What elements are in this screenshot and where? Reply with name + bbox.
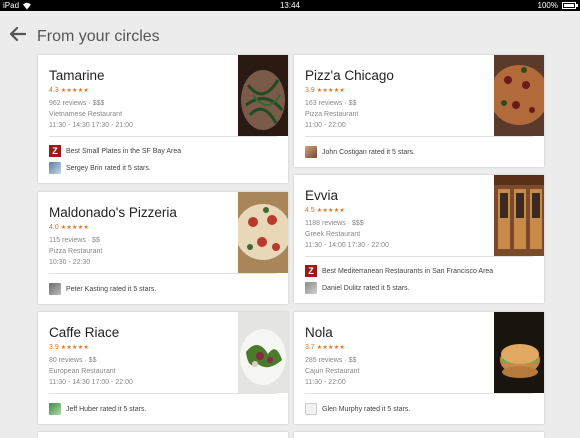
zagat-icon: Z [49,145,61,157]
rating: 3.9 ★★★★★ [49,344,89,351]
place-card[interactable]: Tamarine 4.3 ★★★★★ 962 reviews · $$$ Vie… [38,55,288,183]
rating-value: 3.9 [49,344,59,351]
battery-icon [562,2,578,9]
place-card[interactable]: Maldonado's Pizzeria 4.0 ★★★★★ 115 revie… [38,192,288,304]
rating-value: 4.5 [305,207,315,214]
place-card[interactable]: Nola 3.7 ★★★★★ 285 reviews · $$ Cajun Re… [294,312,544,424]
place-name: Evvia [305,188,339,203]
reviews-price: 285 reviews · $$ [305,357,357,364]
stars-icon: ★★★★★ [316,88,346,94]
stars-icon: ★★★★★ [60,88,90,94]
zagat-text: Best Mediterranean Restaurants in San Fr… [322,267,494,275]
rating-row: Daniel Dulitz rated it 5 stars. [305,282,410,295]
place-name: Maldonado's Pizzeria [49,205,177,220]
place-name: Caffe Riace [49,325,120,340]
place-name: Nola [305,325,333,340]
hours: 11:30 - 14:30 17:30 - 21:00 [49,122,133,129]
hours: 11:30 - 14:00 17:30 - 22:00 [305,242,389,249]
stars-icon: ★★★★★ [316,345,346,351]
rating-value: 3.7 [305,344,315,351]
rating: 3.7 ★★★★★ [305,344,345,351]
rating-row: Peter Kasting rated it 5 stars. [49,283,156,296]
category: Greek Restaurant [305,231,361,238]
place-name: Pizz'a Chicago [305,68,394,83]
back-arrow-icon[interactable] [10,27,26,41]
place-card-partial[interactable] [294,432,544,438]
hours: 11:00 - 22:00 [305,122,346,129]
reviews-price: 115 reviews · $$ [49,237,100,244]
hours: 11:30 - 22:00 [305,379,346,386]
zagat-row: Z Best Mediterranean Restaurants in San F… [305,265,493,278]
rater-text: Sergey Brin rated it 5 stars. [66,164,151,172]
rater-text: Daniel Dulitz rated it 5 stars. [322,284,410,292]
place-photo [238,192,288,273]
hours: 10:30 - 22:30 [49,259,91,266]
divider [305,393,533,394]
category: Vietnamese Restaurant [49,111,123,118]
category: Pizza Restaurant [49,248,103,255]
rating: 4.5 ★★★★★ [305,207,345,214]
avatar-icon [49,162,61,174]
zagat-text: Best Small Plates in the SF Bay Area [66,147,182,155]
reviews-price: 163 reviews · $$ [305,100,357,107]
place-card[interactable]: Caffe Riace 3.9 ★★★★★ 80 reviews · $$ Eu… [38,312,288,424]
place-card-partial[interactable] [38,432,288,438]
rater-text: Jeff Huber rated it 5 stars. [66,405,147,413]
rating-value: 3.9 [305,87,315,94]
rating: 4.3 ★★★★★ [49,87,89,94]
stars-icon: ★★★★★ [60,225,90,231]
zagat-row: Z Best Small Plates in the SF Bay Area [49,145,181,158]
zagat-icon: Z [305,265,317,277]
battery-percent: 100% [537,1,558,10]
rater-text: Glen Murphy rated it 5 stars. [322,405,411,413]
place-photo [494,175,544,256]
divider [49,136,277,137]
place-card[interactable]: Evvia 4.5 ★★★★★ 1188 reviews · $$$ Greek… [294,175,544,303]
rating-row: Jeff Huber rated it 5 stars. [49,403,146,416]
rating-row: Glen Murphy rated it 5 stars. [305,403,410,416]
status-bar: iPad 13:44 100% [0,0,580,11]
rating-value: 4.3 [49,87,59,94]
avatar-icon [305,146,317,158]
place-card[interactable]: Pizz'a Chicago 3.9 ★★★★★ 163 reviews · $… [294,55,544,167]
rater-text: John Costigan rated it 5 stars. [322,148,415,156]
hours: 11:30 - 14:30 17:00 - 22:00 [49,379,133,386]
category: Pizza Restaurant [305,111,359,118]
place-photo [494,55,544,136]
rating-row: Sergey Brin rated it 5 stars. [49,162,151,175]
avatar-icon [49,283,61,295]
reviews-price: 962 reviews · $$$ [49,100,105,107]
avatar-icon [305,282,317,294]
reviews-price: 1188 reviews · $$$ [305,220,364,227]
clock: 13:44 [279,1,301,10]
category: European Restaurant [49,368,116,375]
place-photo [238,55,288,136]
avatar-icon [49,403,61,415]
rating-row: John Costigan rated it 5 stars. [305,146,415,159]
divider [49,393,277,394]
rater-text: Peter Kasting rated it 5 stars. [66,285,157,293]
divider [305,136,533,137]
rating: 3.9 ★★★★★ [305,87,345,94]
divider [305,256,533,257]
avatar-icon [305,403,317,415]
place-photo [238,312,288,393]
rating-value: 4.0 [49,224,59,231]
page-header: From your circles [0,11,580,55]
reviews-price: 80 reviews · $$ [49,357,97,364]
stars-icon: ★★★★★ [60,345,90,351]
place-photo [494,312,544,393]
divider [49,273,277,274]
page-title: From your circles [37,28,160,45]
category: Cajun Restaurant [305,368,360,375]
place-name: Tamarine [49,68,105,83]
stars-icon: ★★★★★ [316,208,346,214]
rating: 4.0 ★★★★★ [49,224,89,231]
